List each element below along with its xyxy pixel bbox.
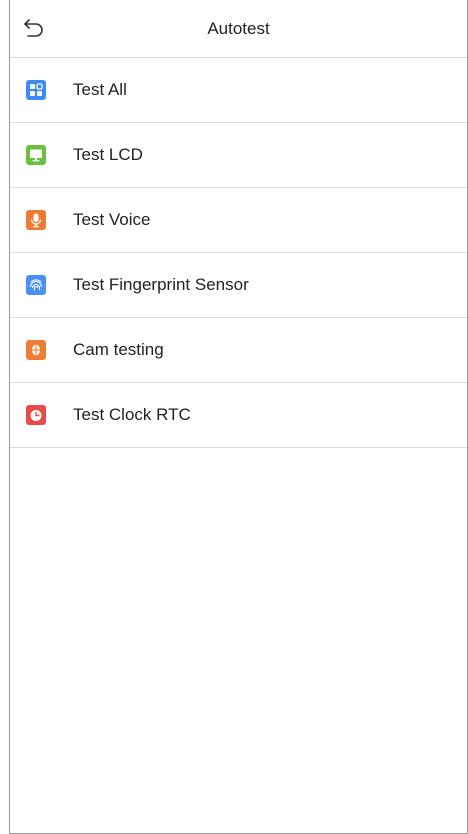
menu-item-label: Test LCD [73,145,143,164]
menu-item-label: Test All [73,80,127,99]
grid-icon [26,80,46,100]
monitor-icon [26,145,46,165]
menu-item-cam-testing[interactable]: Cam testing [10,318,467,383]
menu-item-test-clock-rtc[interactable]: Test Clock RTC [10,383,467,448]
menu-item-label: Test Clock RTC [73,405,191,424]
clock-icon [26,405,46,425]
autotest-screen: Autotest Test All Test LCD Test Voice Te… [9,0,468,834]
menu-item-test-voice[interactable]: Test Voice [10,188,467,253]
menu-item-test-fingerprint-sensor[interactable]: Test Fingerprint Sensor [10,253,467,318]
header-bar: Autotest [10,0,467,58]
menu-item-label: Test Fingerprint Sensor [73,275,249,294]
menu-item-label: Cam testing [73,340,164,359]
microphone-icon [26,210,46,230]
page-title: Autotest [207,19,270,38]
face-icon [26,340,46,360]
menu-item-test-lcd[interactable]: Test LCD [10,123,467,188]
autotest-menu: Test All Test LCD Test Voice Test Finger… [10,58,467,448]
menu-item-test-all[interactable]: Test All [10,58,467,123]
menu-item-label: Test Voice [73,210,151,229]
fingerprint-icon [26,275,46,295]
